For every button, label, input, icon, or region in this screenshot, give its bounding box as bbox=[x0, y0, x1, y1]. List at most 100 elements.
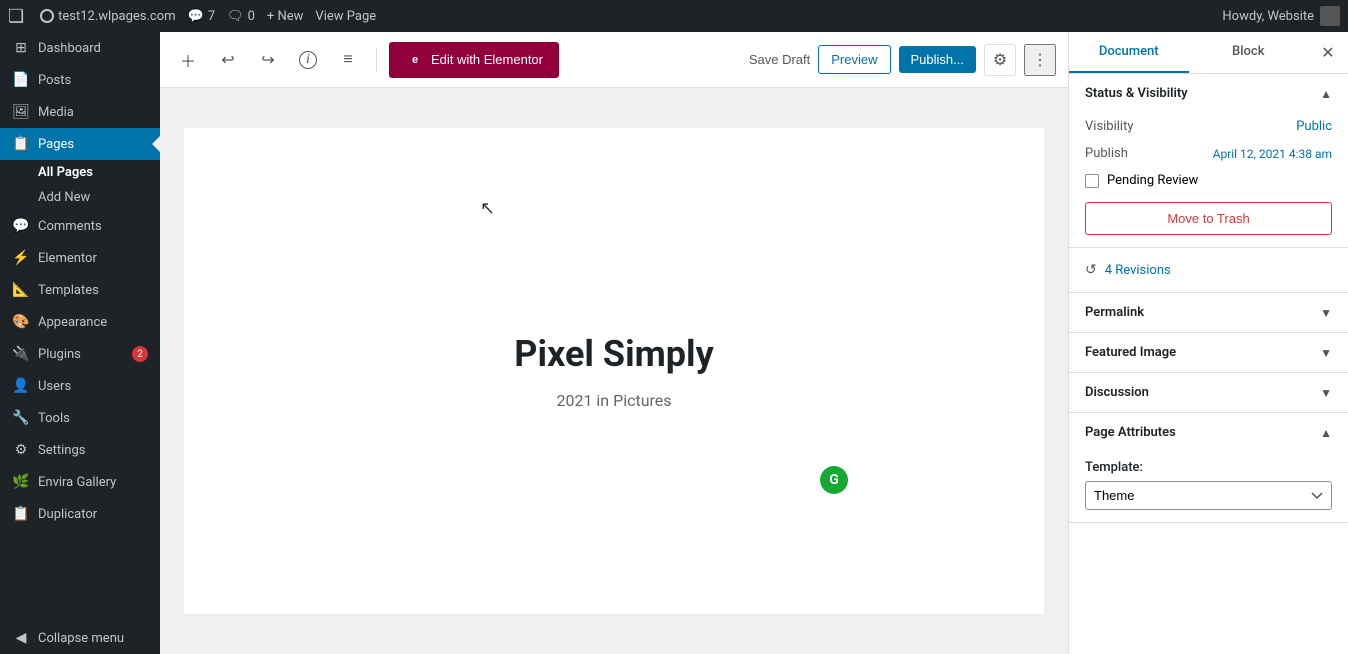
page-attributes-header[interactable]: Page Attributes ▲ bbox=[1069, 413, 1348, 452]
page-attributes-section: Page Attributes ▲ Template: Theme Defaul… bbox=[1069, 413, 1348, 523]
avatar bbox=[1320, 6, 1340, 26]
comment-icon: 💬 bbox=[188, 9, 204, 24]
duplicator-icon: 📋 bbox=[12, 506, 30, 522]
settings-button[interactable]: ⚙ bbox=[984, 44, 1016, 76]
plugins-icon: 🔌 bbox=[12, 346, 30, 362]
add-block-button[interactable]: ＋ bbox=[172, 44, 204, 76]
preview-button[interactable]: Preview bbox=[818, 45, 890, 74]
grammarly-icon: G bbox=[820, 466, 848, 494]
chevron-down-icon-featured: ▼ bbox=[1320, 346, 1332, 360]
sidebar-item-media[interactable]: 🖼 Media bbox=[0, 96, 160, 128]
edit-elementor-button[interactable]: e Edit with Elementor bbox=[389, 42, 559, 78]
sidebar-item-pages[interactable]: 📋 Pages bbox=[0, 128, 160, 160]
status-visibility-content: Visibility Public Publish April 12, 2021… bbox=[1069, 113, 1348, 247]
new-button[interactable]: + New bbox=[267, 9, 304, 24]
dashboard-icon: ⊞ bbox=[12, 40, 30, 56]
comments-icon: 💬 bbox=[12, 218, 30, 234]
site-name[interactable]: test12.wlpages.com bbox=[40, 9, 175, 24]
admin-bar: ❑ test12.wlpages.com 💬 7 🗨 0 + New View … bbox=[0, 0, 1348, 32]
revisions-section[interactable]: ↺ 4 Revisions bbox=[1069, 248, 1348, 293]
envira-icon: 🌿 bbox=[12, 474, 30, 490]
wp-logo-icon[interactable]: ❑ bbox=[8, 6, 24, 27]
sidebar: ⊞ Dashboard 📄 Posts 🖼 Media 📋 Pages All … bbox=[0, 32, 160, 654]
redo-button[interactable]: ↪ bbox=[252, 44, 284, 76]
discussion-header[interactable]: Discussion ▼ bbox=[1069, 373, 1348, 412]
sidebar-item-settings[interactable]: ⚙ Settings bbox=[0, 434, 160, 466]
page-title: Pixel Simply bbox=[514, 333, 713, 375]
speech-icon: 🗨 bbox=[227, 9, 244, 24]
pending-review-checkbox[interactable] bbox=[1085, 174, 1099, 188]
toolbar-right: Save Draft Preview Publish... ⚙ ⋮ bbox=[749, 44, 1056, 76]
settings-icon: ⚙ bbox=[12, 442, 30, 458]
list-icon: ≡ bbox=[343, 51, 352, 69]
posts-icon: 📄 bbox=[12, 72, 30, 88]
sidebar-item-users[interactable]: 👤 Users bbox=[0, 370, 160, 402]
page-attributes-content: Template: Theme Default Template Element… bbox=[1069, 452, 1348, 522]
howdy-label: Howdy, Website bbox=[1222, 6, 1340, 26]
sidebar-item-envira[interactable]: 🌿 Envira Gallery bbox=[0, 466, 160, 498]
publish-date-value[interactable]: April 12, 2021 4:38 am bbox=[1213, 147, 1332, 161]
elementor-e-icon: e bbox=[405, 50, 425, 70]
save-draft-button[interactable]: Save Draft bbox=[749, 52, 810, 67]
page-canvas: Pixel Simply 2021 in Pictures bbox=[184, 128, 1044, 614]
panel-header: Document Block ✕ bbox=[1069, 32, 1348, 74]
sidebar-item-dashboard[interactable]: ⊞ Dashboard bbox=[0, 32, 160, 64]
undo-icon: ↩ bbox=[221, 50, 234, 70]
comments-count[interactable]: 💬 7 bbox=[188, 9, 216, 24]
view-page-link[interactable]: View Page bbox=[315, 9, 376, 24]
sidebar-subitem-add-new[interactable]: Add New bbox=[0, 185, 160, 210]
ellipsis-icon: ⋮ bbox=[1032, 50, 1048, 70]
canvas-area: Pixel Simply 2021 in Pictures G ↖ bbox=[160, 88, 1068, 654]
publish-row: Publish April 12, 2021 4:38 am bbox=[1085, 140, 1332, 167]
main-layout: ⊞ Dashboard 📄 Posts 🖼 Media 📋 Pages All … bbox=[0, 32, 1348, 654]
collapse-icon: ◀ bbox=[12, 630, 30, 646]
panel-close-button[interactable]: ✕ bbox=[1312, 37, 1344, 69]
chevron-down-icon-discussion: ▼ bbox=[1320, 386, 1332, 400]
plugins-badge: 2 bbox=[132, 346, 148, 362]
sidebar-item-tools[interactable]: 🔧 Tools bbox=[0, 402, 160, 434]
templates-icon: 📐 bbox=[12, 282, 30, 298]
toolbar-divider bbox=[376, 48, 377, 72]
sidebar-item-plugins[interactable]: 🔌 Plugins 2 bbox=[0, 338, 160, 370]
list-view-button[interactable]: ≡ bbox=[332, 44, 364, 76]
revisions-icon: ↺ bbox=[1085, 262, 1097, 278]
redo-icon: ↪ bbox=[261, 50, 274, 70]
template-select[interactable]: Theme Default Template Elementor Canvas … bbox=[1085, 481, 1332, 510]
move-to-trash-button[interactable]: Move to Trash bbox=[1085, 202, 1332, 235]
sidebar-collapse-menu[interactable]: ◀ Collapse menu bbox=[0, 622, 160, 654]
featured-image-header[interactable]: Featured Image ▼ bbox=[1069, 333, 1348, 372]
panel-body: Status & Visibility ▲ Visibility Public … bbox=[1069, 74, 1348, 654]
pending-review-row: Pending Review bbox=[1085, 167, 1332, 194]
close-icon: ✕ bbox=[1321, 43, 1334, 62]
undo-button[interactable]: ↩ bbox=[212, 44, 244, 76]
tab-document[interactable]: Document bbox=[1069, 32, 1189, 73]
sidebar-item-posts[interactable]: 📄 Posts bbox=[0, 64, 160, 96]
featured-image-section: Featured Image ▼ bbox=[1069, 333, 1348, 373]
status-visibility-section: Status & Visibility ▲ Visibility Public … bbox=[1069, 74, 1348, 248]
users-icon: 👤 bbox=[12, 378, 30, 394]
right-panel: Document Block ✕ Status & Visibility ▲ V… bbox=[1068, 32, 1348, 654]
gear-icon: ⚙ bbox=[993, 50, 1007, 70]
info-button[interactable]: i bbox=[292, 44, 324, 76]
permalink-header[interactable]: Permalink ▼ bbox=[1069, 293, 1348, 332]
admin-comments-count[interactable]: 🗨 0 bbox=[227, 9, 255, 24]
elementor-icon: ⚡ bbox=[12, 250, 30, 266]
site-circle-icon bbox=[40, 9, 54, 23]
publish-button[interactable]: Publish... bbox=[899, 46, 976, 73]
appearance-icon: 🎨 bbox=[12, 314, 30, 330]
tab-block[interactable]: Block bbox=[1189, 32, 1309, 73]
tools-icon: 🔧 bbox=[12, 410, 30, 426]
more-options-button[interactable]: ⋮ bbox=[1024, 44, 1056, 76]
sidebar-item-comments[interactable]: 💬 Comments bbox=[0, 210, 160, 242]
template-label: Template: bbox=[1085, 460, 1332, 475]
sidebar-item-elementor[interactable]: ⚡ Elementor bbox=[0, 242, 160, 274]
sidebar-item-duplicator[interactable]: 📋 Duplicator bbox=[0, 498, 160, 530]
pages-icon: 📋 bbox=[12, 136, 30, 152]
chevron-down-icon: ▼ bbox=[1320, 306, 1332, 320]
sidebar-item-templates[interactable]: 📐 Templates bbox=[0, 274, 160, 306]
media-icon: 🖼 bbox=[12, 104, 30, 120]
sidebar-subitem-all-pages[interactable]: All Pages bbox=[0, 160, 160, 185]
sidebar-item-appearance[interactable]: 🎨 Appearance bbox=[0, 306, 160, 338]
status-visibility-header[interactable]: Status & Visibility ▲ bbox=[1069, 74, 1348, 113]
visibility-value[interactable]: Public bbox=[1296, 119, 1332, 134]
